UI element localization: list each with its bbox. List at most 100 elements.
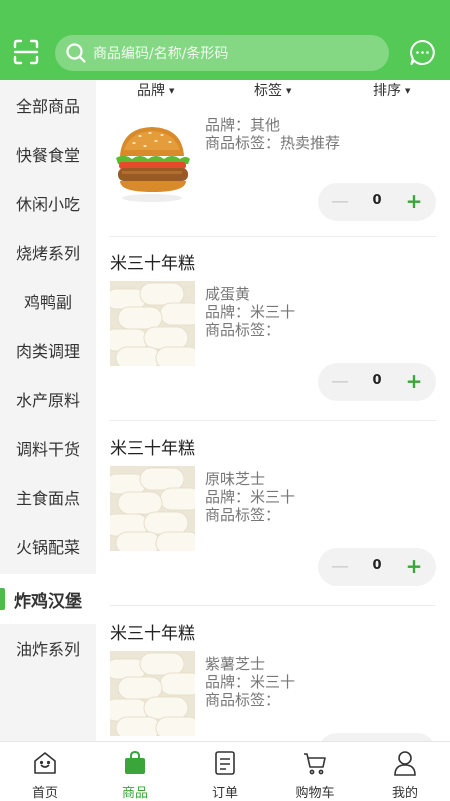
quantity-value: 0 — [372, 373, 382, 388]
order-icon — [215, 751, 235, 775]
category-item-seafood[interactable]: 水产原料 — [0, 374, 96, 424]
tab-orders[interactable]: 订单 — [180, 742, 270, 801]
product-info: 品牌：其他 商品标签：热卖推荐 — [205, 116, 340, 152]
category-label: 烧烤系列 — [15, 244, 80, 263]
category-label: 快餐食堂 — [15, 146, 80, 165]
product-title: 米三十年糕 — [110, 439, 195, 459]
tab-label: 购物车 — [295, 786, 335, 801]
product-name: 原味芝士 — [205, 470, 266, 488]
divider — [110, 420, 436, 421]
minus-icon[interactable]: — — [330, 191, 350, 213]
category-label: 鸡鸭副 — [23, 293, 72, 312]
category-item-meat[interactable]: 肉类调理 — [0, 325, 96, 375]
top-header: 商品编码/名称/条形码 — [0, 0, 450, 80]
category-label: 油炸系列 — [15, 640, 80, 659]
filter-brand[interactable]: 品牌 ▼ — [137, 80, 174, 100]
caret-down-icon: ▼ — [286, 87, 292, 95]
product-brand: 品牌：其他 — [205, 116, 281, 134]
filter-sort[interactable]: 排序 ▼ — [373, 80, 410, 100]
search-icon — [65, 42, 87, 64]
filter-tag[interactable]: 标签 ▼ — [254, 80, 291, 100]
plus-icon[interactable]: + — [404, 555, 424, 577]
category-sidebar: 全部商品 快餐食堂 休闲小吃 烧烤系列 鸡鸭副 肉类调理 水产原料 调料干货 主… — [0, 80, 96, 741]
product-info: 咸蛋黄 品牌：米三十 商品标签： — [205, 285, 295, 339]
product-tag: 商品标签： — [205, 691, 281, 709]
tab-label: 我的 — [391, 786, 418, 801]
plus-icon[interactable]: + — [404, 370, 424, 392]
scan-icon[interactable] — [12, 38, 40, 66]
category-label: 主食面点 — [15, 489, 80, 508]
category-label: 休闲小吃 — [15, 195, 80, 214]
product-brand: 品牌：米三十 — [205, 488, 296, 506]
burger-image — [110, 120, 195, 205]
category-item-fried-chicken-burger[interactable]: 炸鸡汉堡 — [0, 574, 96, 624]
category-label: 全部商品 — [15, 97, 80, 116]
product-tag: 商品标签：热卖推荐 — [205, 134, 341, 152]
category-item-snacks[interactable]: 休闲小吃 — [0, 178, 96, 228]
home-icon — [34, 752, 56, 774]
minus-icon[interactable]: — — [330, 371, 350, 393]
product-card[interactable]: 品牌：其他 商品标签：热卖推荐 — 0 + — [110, 104, 436, 244]
category-item-seasoning[interactable]: 调料干货 — [0, 423, 96, 473]
tab-label: 商品 — [121, 786, 148, 801]
product-title: 米三十年糕 — [110, 624, 195, 644]
search-bar[interactable]: 商品编码/名称/条形码 — [55, 35, 389, 71]
quantity-stepper[interactable]: — 0 + — [318, 363, 436, 401]
product-list: 品牌 ▼ 标签 ▼ 排序 ▼ 品牌：其他 商品标签：热卖推荐 — 0 + 米三十… — [96, 80, 450, 741]
divider — [110, 605, 436, 606]
caret-down-icon: ▼ — [405, 87, 411, 95]
category-item-staples[interactable]: 主食面点 — [0, 472, 96, 522]
category-item-fastfood[interactable]: 快餐食堂 — [0, 129, 96, 179]
bag-icon — [125, 750, 145, 774]
product-info: 原味芝士 品牌：米三十 商品标签： — [205, 470, 295, 524]
quantity-stepper[interactable]: — 0 + — [318, 548, 436, 586]
search-input[interactable]: 商品编码/名称/条形码 — [93, 43, 228, 63]
quantity-value: 0 — [372, 558, 382, 573]
product-tag: 商品标签： — [205, 506, 281, 524]
product-name: 紫薯芝士 — [205, 655, 266, 673]
rice-cake-image — [110, 466, 195, 551]
product-info: 紫薯芝士 品牌：米三十 商品标签： — [205, 655, 295, 709]
divider — [110, 236, 436, 237]
rice-cake-image — [110, 281, 195, 366]
quantity-stepper[interactable]: — + — [318, 733, 436, 741]
category-label: 火锅配菜 — [15, 538, 80, 557]
filter-bar: 品牌 ▼ 标签 ▼ 排序 ▼ — [96, 80, 450, 100]
category-item-fried[interactable]: 油炸系列 — [0, 623, 96, 673]
chat-icon[interactable] — [409, 39, 436, 66]
category-label: 调料干货 — [15, 440, 80, 459]
tab-mine[interactable]: 我的 — [360, 742, 450, 801]
tab-cart[interactable]: 购物车 — [270, 742, 360, 801]
product-card[interactable]: 米三十年糕 原味芝士 品牌：米三十 商品标签： — 0 + — [110, 430, 436, 615]
cart-icon — [304, 753, 326, 775]
product-card[interactable]: 米三十年糕 紫薯芝士 品牌：米三十 商品标签： — [110, 615, 436, 741]
category-item-poultry[interactable]: 鸡鸭副 — [0, 276, 96, 326]
user-icon — [394, 751, 416, 776]
quantity-stepper[interactable]: — 0 + — [318, 183, 436, 221]
product-card[interactable]: 米三十年糕 咸蛋黄 品牌：米三十 商品标签： — 0 + — [110, 245, 436, 430]
minus-icon[interactable]: — — [330, 556, 350, 578]
quantity-value: 0 — [372, 193, 382, 208]
category-item-all[interactable]: 全部商品 — [0, 80, 96, 130]
category-label: 肉类调理 — [15, 342, 80, 361]
filter-brand-label: 品牌 — [137, 83, 165, 99]
product-title: 米三十年糕 — [110, 254, 195, 274]
plus-icon[interactable]: + — [404, 190, 424, 212]
tab-label: 订单 — [211, 786, 238, 801]
category-item-bbq[interactable]: 烧烤系列 — [0, 227, 96, 277]
bottom-tab-bar: 首页 商品 订单 购物车 我的 — [0, 741, 450, 801]
tab-home[interactable]: 首页 — [0, 742, 90, 801]
filter-tag-label: 标签 — [254, 83, 282, 99]
caret-down-icon: ▼ — [169, 87, 175, 95]
product-brand: 品牌：米三十 — [205, 673, 296, 691]
product-brand: 品牌：米三十 — [205, 303, 296, 321]
tab-label: 首页 — [31, 786, 58, 801]
rice-cake-image — [110, 651, 195, 736]
category-item-hotpot[interactable]: 火锅配菜 — [0, 521, 96, 571]
category-label: 水产原料 — [15, 391, 80, 410]
tab-products[interactable]: 商品 — [90, 742, 180, 801]
category-label: 炸鸡汉堡 — [14, 591, 82, 612]
product-tag: 商品标签： — [205, 321, 281, 339]
product-name: 咸蛋黄 — [205, 285, 251, 303]
filter-sort-label: 排序 — [373, 83, 401, 99]
